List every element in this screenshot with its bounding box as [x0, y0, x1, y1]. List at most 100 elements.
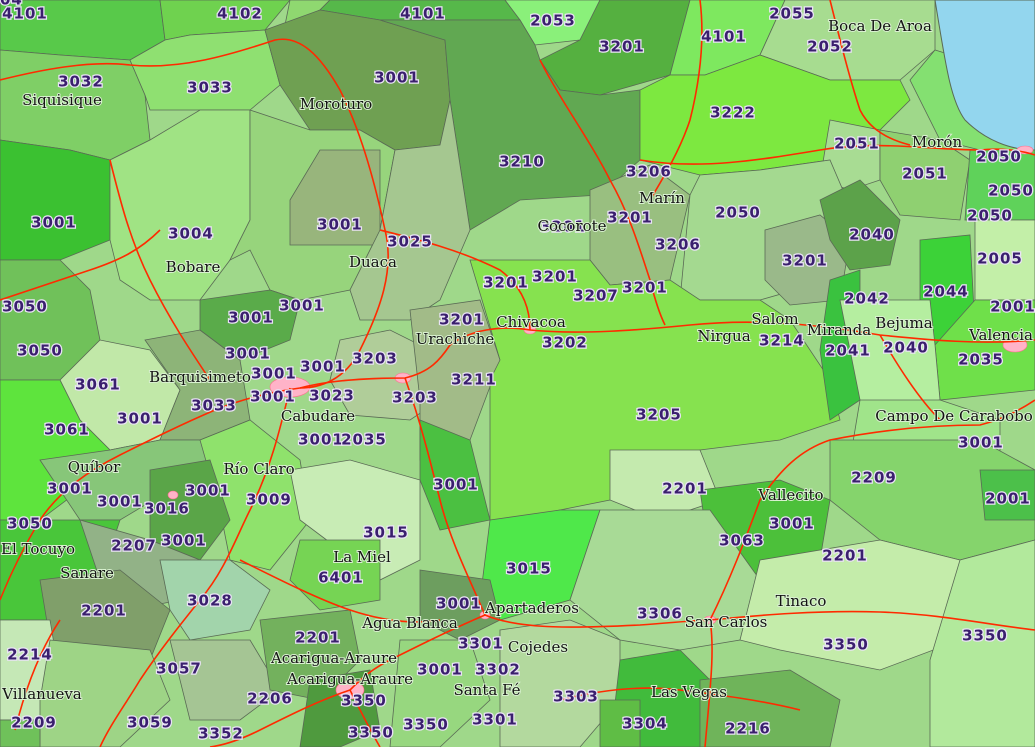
- zone-code-label: 3001: [374, 69, 420, 87]
- zone-code-label: 2035: [341, 431, 387, 449]
- city-label: Nirgua: [697, 327, 750, 345]
- city-label: Duaca: [349, 253, 397, 271]
- city-label: Santa Fé: [453, 681, 520, 699]
- city-label: Bobare: [166, 258, 221, 276]
- zone-code-label: 6401: [318, 569, 364, 587]
- zone-code-label: 2201: [295, 629, 341, 647]
- city-label: Las Vegas: [651, 683, 727, 701]
- zone-code-label: 3001: [161, 532, 207, 550]
- zone-code-label: 3023: [309, 387, 355, 405]
- zone-code-label: 2051: [834, 135, 880, 153]
- city-label: Quíbor: [68, 458, 121, 476]
- zone-code-label: 3001: [958, 434, 1004, 452]
- zone-code-label: 3033: [191, 397, 237, 415]
- zone-code-label: 3304: [622, 715, 668, 733]
- zone-code-label: 3302: [475, 661, 521, 679]
- zone-code-label: 2051: [902, 165, 948, 183]
- zone-code-label: 2040: [849, 226, 895, 244]
- zone-code-label: 3301: [458, 635, 504, 653]
- zone-code-label: 2055: [769, 5, 815, 23]
- city-label: Miranda: [807, 321, 872, 339]
- zone-code-label: 2209: [851, 469, 897, 487]
- zone-code-label: 2042: [844, 290, 890, 308]
- zone-code-label: 3203: [352, 350, 398, 368]
- zone-code-label: 3214: [759, 332, 805, 350]
- zone-code-label: 3201: [607, 209, 653, 227]
- zone-code-label: 2050: [988, 182, 1034, 200]
- zone-code-label: 3001: [300, 358, 346, 376]
- zone-code-label: 3001: [31, 214, 77, 232]
- zone-code-label: 3201: [483, 274, 529, 292]
- zone-code-label: 3001: [117, 410, 163, 428]
- city-label: Villanueva: [1, 685, 82, 703]
- zone-code-label: 2204: [0, 0, 23, 9]
- city-label: Cabudare: [281, 407, 355, 425]
- zone-code-label: 4101: [400, 5, 446, 23]
- zone-code-label: 3201: [782, 252, 828, 270]
- zone-code-label: 3001: [317, 216, 363, 234]
- zone-code-label: 3211: [451, 371, 497, 389]
- region-map[interactable]: 4101 4102 4101 2053 20553201410120523032 3033…: [0, 0, 1035, 747]
- zone-code-label: 3061: [75, 376, 121, 394]
- city-label: Urachiche: [416, 330, 495, 348]
- zone-code-label: 3206: [626, 163, 672, 181]
- zone-code-label: 3001: [185, 482, 231, 500]
- zone-code-label: 3352: [198, 725, 244, 743]
- zone-code-label: 3350: [341, 692, 387, 710]
- zone-code-label: 2214: [7, 646, 53, 664]
- zone-code-label: 3201: [622, 279, 668, 297]
- city-label: Siquisique: [22, 91, 102, 109]
- zone-code-label: 3306: [637, 605, 683, 623]
- zone-code-label: 2053: [530, 12, 576, 30]
- zone-code-label: 3203: [392, 389, 438, 407]
- zone-code-label: 3201: [532, 268, 578, 286]
- zone-code-label: 2209: [11, 714, 57, 732]
- city-label: Boca De Aroa: [828, 17, 932, 35]
- city-label: La Miel: [333, 548, 391, 566]
- zone-code-label: 2044: [923, 283, 969, 301]
- zone-code-label: 3201: [599, 38, 645, 56]
- zone-code-label: 2001: [990, 298, 1035, 316]
- zone-code-label: 3050: [17, 342, 63, 360]
- city-label: Salom: [751, 310, 798, 328]
- city-label: Agua Blanca: [361, 614, 458, 632]
- zone-code-label: 3205: [636, 406, 682, 424]
- zone-code-label: 2201: [662, 480, 708, 498]
- zone-code-label: 3001: [279, 297, 325, 315]
- zone-code-label: 2201: [822, 547, 868, 565]
- city-label: Valencia: [968, 326, 1033, 344]
- city-label: Chivacoa: [496, 313, 566, 331]
- zone-code-label: 3001: [417, 661, 463, 679]
- zone-code-label: 3001: [225, 345, 271, 363]
- zone-code-label: 2005: [977, 250, 1023, 268]
- zone-code-label: 2216: [725, 720, 771, 738]
- city-label: Marín: [639, 189, 685, 207]
- zone-code-label: 2050: [976, 148, 1022, 166]
- zone-code-label: 3015: [363, 524, 409, 542]
- zone-code-label: 3004: [168, 225, 214, 243]
- zone-code-label: 2035: [958, 351, 1004, 369]
- city-label: Moroturo: [300, 95, 372, 113]
- zone-code-label: 3001: [298, 431, 344, 449]
- city-label: Sanare: [60, 564, 114, 582]
- city-label: Cocorote: [537, 217, 606, 235]
- zone-code-label: 3050: [7, 515, 53, 533]
- zone-code-label: 3057: [156, 660, 202, 678]
- zone-code-label: 3206: [655, 236, 701, 254]
- zone-code-label: 3050: [2, 298, 48, 316]
- zone-code-label: 3201: [439, 311, 485, 329]
- zone-code-label: 3350: [962, 627, 1008, 645]
- zone-code-label: 3059: [127, 714, 173, 732]
- zone-code-label: 2201: [81, 602, 127, 620]
- zone-code-label: 3001: [769, 515, 815, 533]
- city-label: Cojedes: [508, 638, 568, 656]
- zone-code-label: 2040: [883, 339, 929, 357]
- city-label: Vallecito: [757, 486, 823, 504]
- map-view[interactable]: 4101 4102 4101 2053 2055 3201 4101 2052 3032 3033…: [0, 0, 1035, 747]
- zone-code-label: 4102: [217, 5, 263, 23]
- zone-code-label: 2041: [825, 342, 871, 360]
- zone-code-label: 3301: [472, 711, 518, 729]
- zone-code-label: 3303: [553, 688, 599, 706]
- city-label: San Carlos: [685, 613, 768, 631]
- zone-code-label: 3009: [246, 491, 292, 509]
